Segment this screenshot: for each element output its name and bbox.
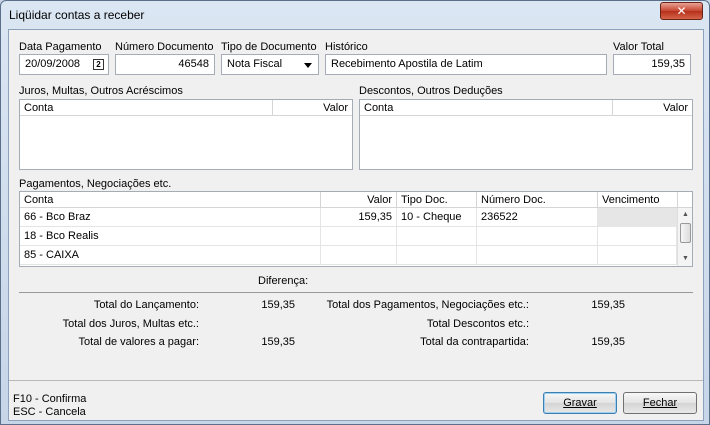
numero-documento-label: Número Documento xyxy=(115,41,214,53)
cell-conta[interactable]: 85 - CAIXA xyxy=(20,246,321,265)
cell-tipo-doc[interactable] xyxy=(397,227,477,246)
total-contrapartida-value: 159,35 xyxy=(591,336,625,348)
column-header-conta[interactable]: Conta xyxy=(20,192,321,208)
data-pagamento-value: 20/09/2008 xyxy=(25,58,81,70)
column-header-conta[interactable]: Conta xyxy=(360,100,613,116)
fechar-button[interactable]: Fechar xyxy=(623,392,697,414)
column-header-numero-doc[interactable]: Número Doc. xyxy=(477,192,598,208)
diferenca-label: Diferença: xyxy=(258,275,309,287)
hint-cancela: ESC - Cancela xyxy=(13,406,86,418)
total-valores-pagar-label: Total de valores a pagar: xyxy=(78,336,199,348)
historico-label: Histórico xyxy=(325,41,368,53)
dialog-body: Data Pagamento 20/09/2008 2 Número Docum… xyxy=(8,29,704,421)
juros-grid[interactable]: Conta Valor xyxy=(19,99,353,170)
column-header-vencimento[interactable]: Vencimento xyxy=(598,192,678,208)
tipo-documento-label: Tipo de Documento xyxy=(221,41,317,53)
fechar-button-label: Fechar xyxy=(642,397,678,409)
cell-vencimento[interactable] xyxy=(598,246,677,265)
close-button[interactable]: ✕ xyxy=(660,2,703,20)
historico-field[interactable]: Recebimento Apostila de Latim xyxy=(325,54,607,75)
column-header-tipo-doc[interactable]: Tipo Doc. xyxy=(397,192,477,208)
valor-total-label: Valor Total xyxy=(613,41,664,53)
cell-numero-doc[interactable] xyxy=(477,227,598,246)
juros-grid-header: Conta Valor xyxy=(20,100,352,116)
descontos-grid[interactable]: Conta Valor xyxy=(359,99,693,170)
table-row[interactable]: 66 - Bco Braz 159,35 10 - Cheque 236522 xyxy=(20,208,677,227)
dialog-window: Liqüidar contas a receber ✕ Data Pagamen… xyxy=(0,0,710,425)
column-header-conta[interactable]: Conta xyxy=(20,100,273,116)
valor-total-field[interactable]: 159,35 xyxy=(613,54,691,75)
descontos-grid-header: Conta Valor xyxy=(360,100,692,116)
numero-documento-field[interactable]: 46548 xyxy=(115,54,215,75)
cell-tipo-doc[interactable]: 10 - Cheque xyxy=(397,208,477,227)
juros-section-title: Juros, Multas, Outros Acréscimos xyxy=(19,85,183,97)
scroll-up-arrow-icon[interactable]: ▲ xyxy=(678,208,692,222)
column-header-valor[interactable]: Valor xyxy=(613,100,692,116)
pagamentos-grid-header: Conta Valor Tipo Doc. Número Doc. Vencim… xyxy=(20,192,692,208)
divider xyxy=(19,292,693,293)
valor-total-value: 159,35 xyxy=(651,58,685,70)
hint-confirma: F10 - Confirma xyxy=(13,393,87,405)
chevron-down-icon[interactable] xyxy=(304,63,312,68)
title-bar[interactable]: Liqüidar contas a receber ✕ xyxy=(1,1,709,29)
tipo-documento-value: Nota Fiscal xyxy=(227,58,283,70)
column-header-valor[interactable]: Valor xyxy=(273,100,352,116)
pagamentos-section-title: Pagamentos, Negociações etc. xyxy=(19,178,172,190)
table-row[interactable]: 18 - Bco Realis xyxy=(20,227,677,246)
calendar-icon[interactable]: 2 xyxy=(93,59,104,70)
cell-conta[interactable]: 18 - Bco Realis xyxy=(20,227,321,246)
total-lancamento-label: Total do Lançamento: xyxy=(93,299,199,311)
window-title: Liqüidar contas a receber xyxy=(9,8,145,22)
total-contrapartida-label: Total da contrapartida: xyxy=(420,336,529,348)
cell-valor[interactable] xyxy=(321,227,397,246)
table-row[interactable]: 85 - CAIXA xyxy=(20,246,677,265)
cell-valor[interactable]: 159,35 xyxy=(321,208,397,227)
descontos-section-title: Descontos, Outros Deduções xyxy=(359,85,503,97)
scroll-down-arrow-icon[interactable]: ▼ xyxy=(678,252,692,266)
numero-documento-value: 46548 xyxy=(178,58,209,70)
cell-valor[interactable] xyxy=(321,246,397,265)
gravar-button[interactable]: Gravar xyxy=(543,392,617,414)
cell-numero-doc[interactable]: 236522 xyxy=(477,208,598,227)
column-header-valor[interactable]: Valor xyxy=(321,192,397,208)
footer-divider xyxy=(9,380,703,381)
pagamentos-grid[interactable]: Conta Valor Tipo Doc. Número Doc. Vencim… xyxy=(19,191,693,267)
total-pagamentos-label: Total dos Pagamentos, Negociações etc.: xyxy=(326,299,529,311)
cell-conta[interactable]: 66 - Bco Braz xyxy=(20,208,321,227)
tipo-documento-select[interactable]: Nota Fiscal xyxy=(221,54,319,75)
cell-vencimento[interactable] xyxy=(598,227,677,246)
data-pagamento-field[interactable]: 20/09/2008 2 xyxy=(19,54,109,75)
data-pagamento-label: Data Pagamento xyxy=(19,41,102,53)
cell-vencimento[interactable] xyxy=(598,208,677,227)
vertical-scrollbar[interactable]: ▲ ▼ xyxy=(677,208,692,266)
cell-tipo-doc[interactable] xyxy=(397,246,477,265)
total-descontos-label: Total Descontos etc.: xyxy=(426,318,529,330)
total-pagamentos-value: 159,35 xyxy=(591,299,625,311)
total-lancamento-value: 159,35 xyxy=(261,299,295,311)
historico-value: Recebimento Apostila de Latim xyxy=(331,58,483,70)
total-valores-pagar-value: 159,35 xyxy=(261,336,295,348)
cell-numero-doc[interactable] xyxy=(477,246,598,265)
total-juros-label: Total dos Juros, Multas etc.: xyxy=(62,318,199,330)
gravar-button-label: Gravar xyxy=(563,397,597,409)
scroll-thumb[interactable] xyxy=(680,223,691,243)
